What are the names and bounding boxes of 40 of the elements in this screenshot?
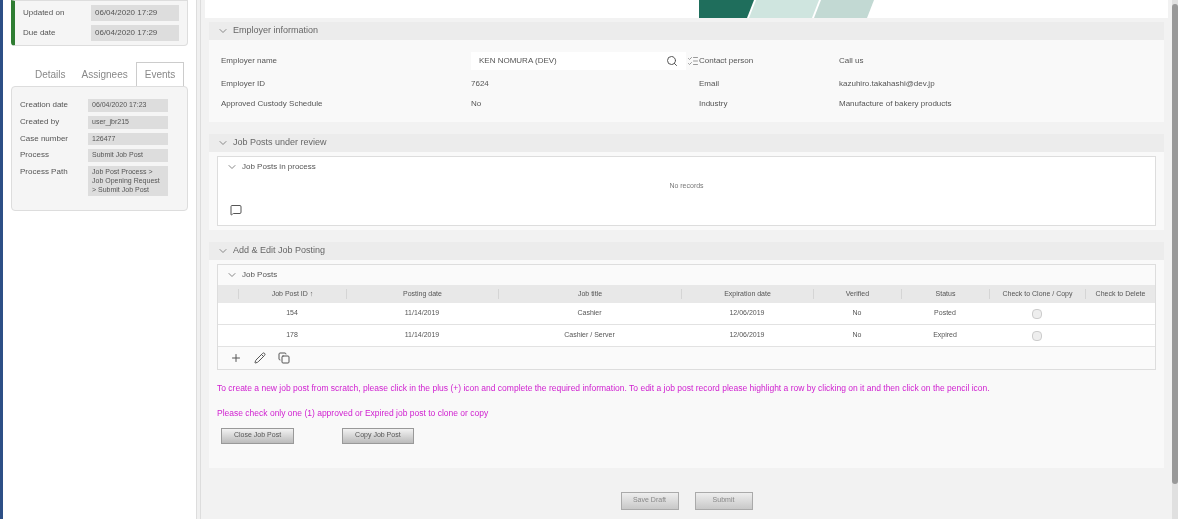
scrollbar-thumb[interactable] <box>1172 4 1178 484</box>
instruction-text: To create a new job post from scratch, please click in the plus (+) icon and complete the required information. To edit a job post record please highlight a row by clicking on it and then click on the pencil icon. <box>217 382 991 395</box>
field-label: Updated on <box>23 7 66 19</box>
comment-icon[interactable] <box>230 203 242 216</box>
section-title: Employer information <box>233 24 319 38</box>
section-title: Add & Edit Job Posting <box>233 244 326 258</box>
field-label: Due date <box>23 27 57 39</box>
field-label: Created by <box>20 115 61 128</box>
field-value: Manufacture of bakery products <box>839 98 953 110</box>
field-value: 06/04/2020 17:29 <box>91 5 179 21</box>
field-label: Process Path <box>20 166 69 178</box>
list-icon[interactable] <box>687 55 699 67</box>
clone-checkbox[interactable] <box>1032 308 1042 319</box>
clone-checkbox[interactable] <box>1032 330 1042 341</box>
field-label: Email <box>699 78 720 90</box>
field-value: 7624 <box>471 78 490 90</box>
field-value: Call us <box>839 55 865 67</box>
field-value: kazuhiro.takahashi@dev.jp <box>839 78 936 90</box>
field-label: Creation date <box>20 99 70 111</box>
add-icon[interactable] <box>230 352 242 364</box>
field-label: Case number <box>20 132 70 145</box>
section-title: Job Posts in process <box>242 161 316 173</box>
edit-icon[interactable] <box>254 352 266 364</box>
field-label: Approved Custody Schedule <box>221 98 324 110</box>
field-value: 06/04/2020 17:29 <box>91 25 179 41</box>
copy-icon[interactable] <box>278 352 290 364</box>
instruction-text: Please check only one (1) approved or Expired job post to clone or copy <box>217 406 490 420</box>
field-value: No <box>471 98 483 110</box>
section-title: Job Posts <box>242 269 278 281</box>
field-label: Industry <box>699 98 729 110</box>
tab[interactable]: Details <box>27 62 74 86</box>
field-label: Employer name <box>221 55 279 67</box>
tab[interactable]: Events <box>135 62 185 86</box>
field-label: Process <box>20 149 50 162</box>
search-icon[interactable] <box>666 55 678 67</box>
field-label: Contact person <box>699 55 755 67</box>
field-label: Employer ID <box>221 78 266 90</box>
tab[interactable]: Assignees <box>73 62 136 86</box>
section-title: Job Posts under review <box>233 136 327 150</box>
employer-name-field[interactable]: KEN NOMURA (DEV) <box>471 52 686 70</box>
